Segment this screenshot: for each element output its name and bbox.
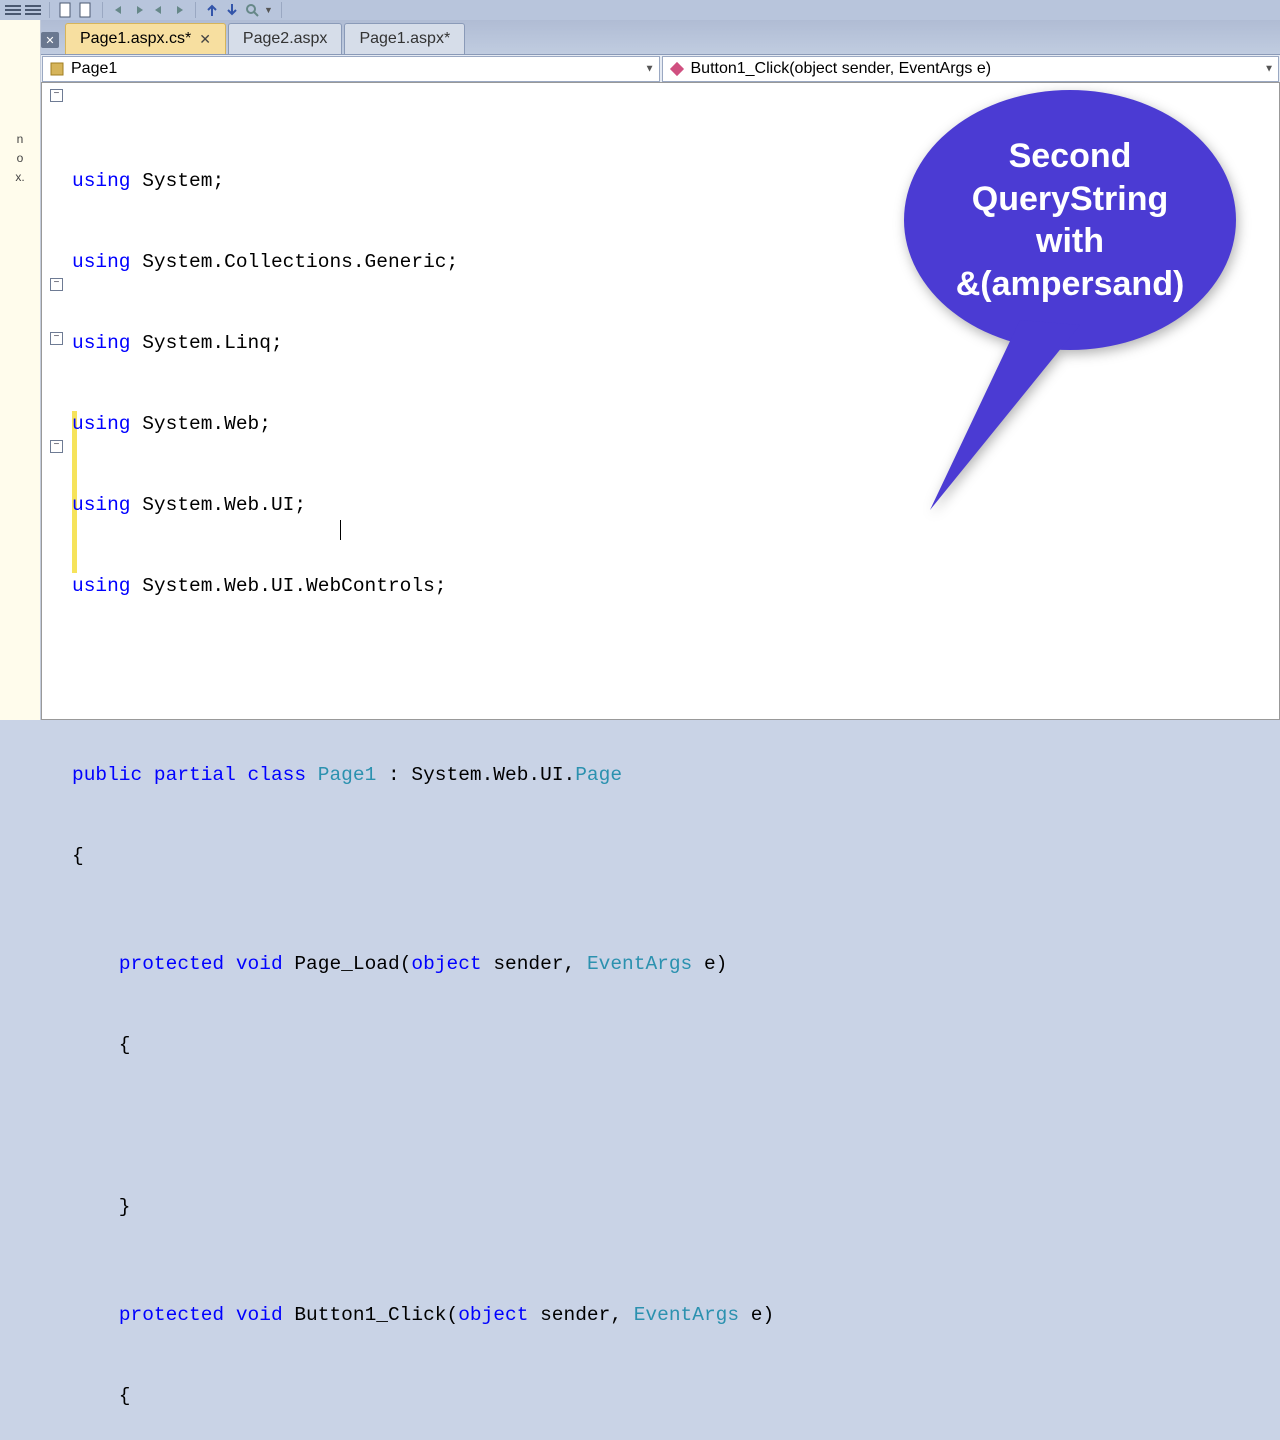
- step-out-icon[interactable]: [204, 2, 220, 18]
- text-caret: [340, 517, 341, 544]
- doc-icon[interactable]: [58, 2, 74, 18]
- redo-icon[interactable]: [131, 2, 147, 18]
- tab-page1-cs[interactable]: Page1.aspx.cs* ✕: [65, 23, 226, 54]
- doc-icon-2[interactable]: [78, 2, 94, 18]
- dropdown-chevron-icon[interactable]: ▼: [264, 5, 273, 15]
- tab-label: Page1.aspx*: [359, 30, 450, 48]
- method-dropdown-label: Button1_Click(object sender, EventArgs e…: [691, 60, 992, 78]
- close-tab-icon[interactable]: ✕: [41, 32, 59, 48]
- tab-page1-aspx[interactable]: Page1.aspx*: [344, 23, 465, 54]
- chevron-down-icon: ▼: [1264, 64, 1274, 75]
- tab-close-icon[interactable]: ✕: [199, 31, 211, 48]
- annotation-callout: Second QueryString with &(ampersand): [900, 80, 1240, 380]
- tab-label: Page2.aspx: [243, 30, 328, 48]
- tab-page2-aspx[interactable]: Page2.aspx: [228, 23, 343, 54]
- list-icon-2[interactable]: [25, 2, 41, 18]
- step-in-icon[interactable]: [224, 2, 240, 18]
- chevron-down-icon: ▼: [645, 64, 655, 75]
- nav-back-icon[interactable]: [151, 2, 167, 18]
- method-icon: [669, 61, 685, 77]
- nav-fwd-icon[interactable]: [171, 2, 187, 18]
- undo-icon[interactable]: [111, 2, 127, 18]
- method-dropdown[interactable]: Button1_Click(object sender, EventArgs e…: [662, 56, 1280, 82]
- tab-label: Page1.aspx.cs*: [80, 30, 191, 48]
- find-icon[interactable]: [244, 2, 260, 18]
- tab-strip: ✕ Page1.aspx.cs* ✕ Page2.aspx Page1.aspx…: [41, 20, 1280, 55]
- toolbar: ▼: [0, 0, 1280, 21]
- class-dropdown-label: Page1: [71, 60, 117, 78]
- list-icon[interactable]: [5, 2, 21, 18]
- toolbox-panel: n o x.: [0, 20, 41, 720]
- class-dropdown[interactable]: Page1 ▼: [42, 56, 660, 82]
- class-icon: [49, 61, 65, 77]
